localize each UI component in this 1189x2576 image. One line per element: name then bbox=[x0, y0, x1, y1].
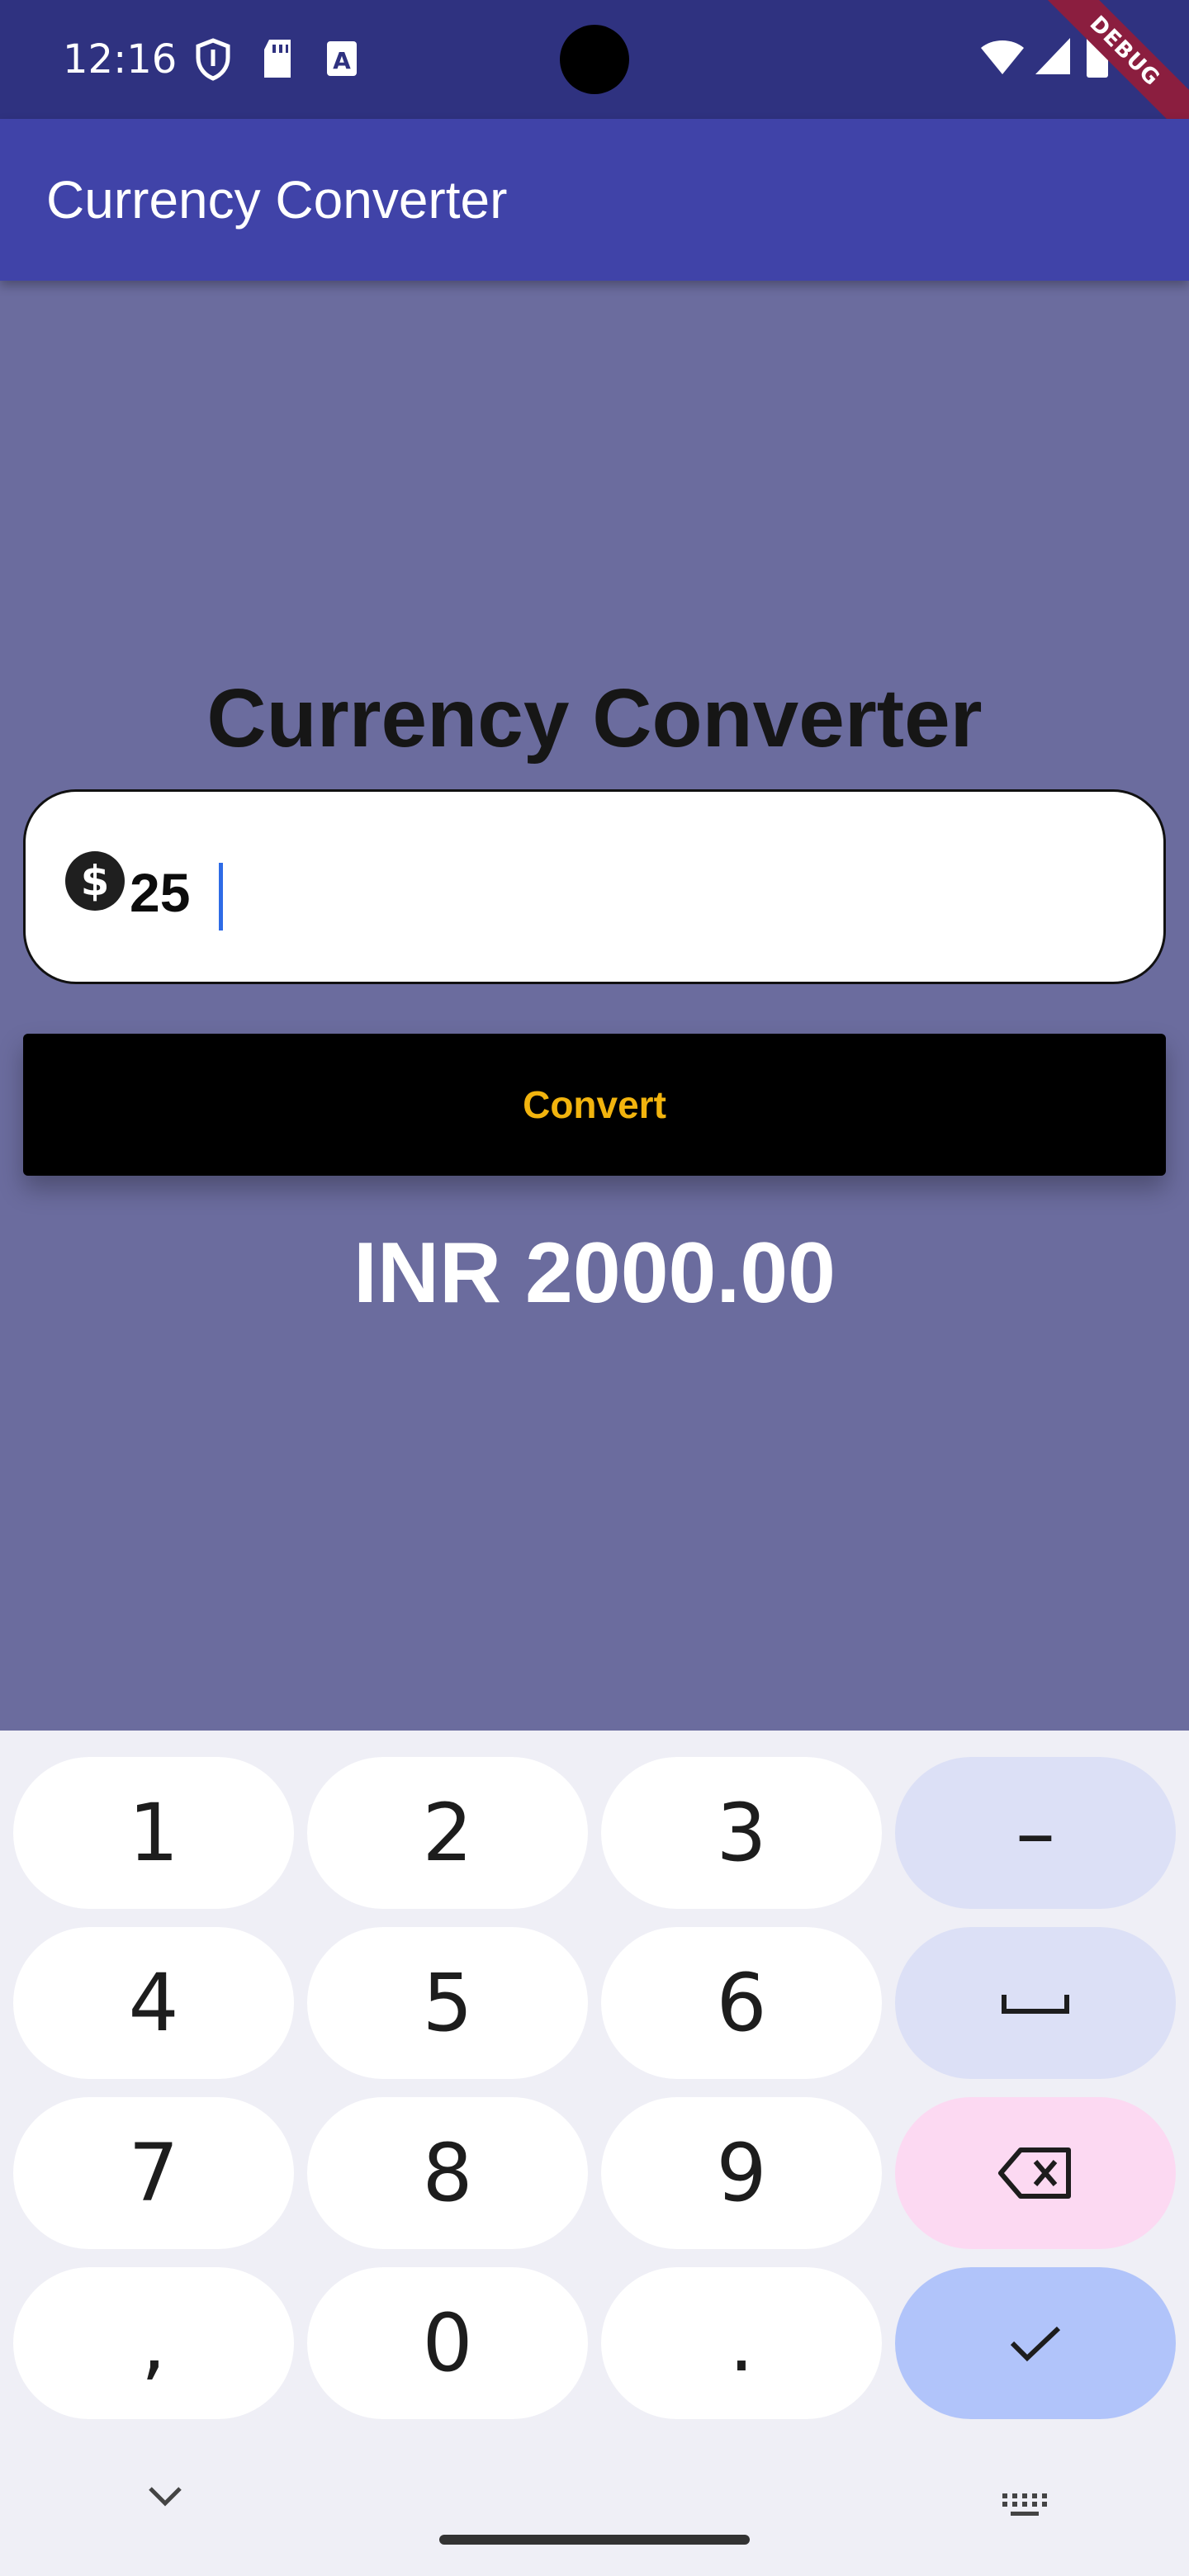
key-space[interactable] bbox=[895, 1927, 1176, 2079]
page-heading: Currency Converter bbox=[206, 672, 983, 765]
key-9[interactable]: 9 bbox=[601, 2097, 882, 2249]
svg-text:A: A bbox=[333, 47, 351, 74]
app-bar-title: Currency Converter bbox=[46, 170, 508, 230]
key-4[interactable]: 4 bbox=[13, 1927, 294, 2079]
amount-input[interactable]: $ 25 bbox=[23, 789, 1166, 984]
key-5[interactable]: 5 bbox=[307, 1927, 588, 2079]
shield-icon bbox=[195, 38, 231, 85]
key-2[interactable]: 2 bbox=[307, 1757, 588, 1909]
amount-value: 25 bbox=[130, 862, 191, 923]
font-a-icon: A bbox=[324, 38, 360, 83]
conversion-result: INR 2000.00 bbox=[353, 1225, 836, 1321]
key-1[interactable]: 1 bbox=[13, 1757, 294, 1909]
camera-cutout bbox=[560, 25, 629, 94]
key-period[interactable]: . bbox=[601, 2267, 882, 2419]
key-0[interactable]: 0 bbox=[307, 2267, 588, 2419]
chevron-down-icon[interactable] bbox=[147, 2485, 183, 2511]
cell-signal-icon bbox=[1034, 36, 1072, 80]
keyboard-icon[interactable] bbox=[1001, 2492, 1049, 2522]
key-done[interactable] bbox=[895, 2267, 1176, 2419]
dollar-icon: $ bbox=[64, 850, 126, 912]
key-comma[interactable]: , bbox=[13, 2267, 294, 2419]
app-bar: Currency Converter bbox=[0, 119, 1189, 281]
sd-card-icon bbox=[261, 38, 294, 83]
svg-text:$: $ bbox=[81, 857, 110, 905]
key-8[interactable]: 8 bbox=[307, 2097, 588, 2249]
key-6[interactable]: 6 bbox=[601, 1927, 882, 2079]
wifi-icon bbox=[979, 36, 1026, 80]
status-bar: 12:16 A DEBUG bbox=[0, 0, 1189, 152]
status-time: 12:16 bbox=[63, 36, 178, 83]
key-backspace[interactable] bbox=[895, 2097, 1176, 2249]
convert-button[interactable]: Convert bbox=[23, 1034, 1166, 1176]
key-dash[interactable]: – bbox=[895, 1757, 1176, 1909]
key-7[interactable]: 7 bbox=[13, 2097, 294, 2249]
home-indicator[interactable] bbox=[439, 2535, 750, 2545]
text-caret bbox=[219, 863, 223, 930]
key-3[interactable]: 3 bbox=[601, 1757, 882, 1909]
